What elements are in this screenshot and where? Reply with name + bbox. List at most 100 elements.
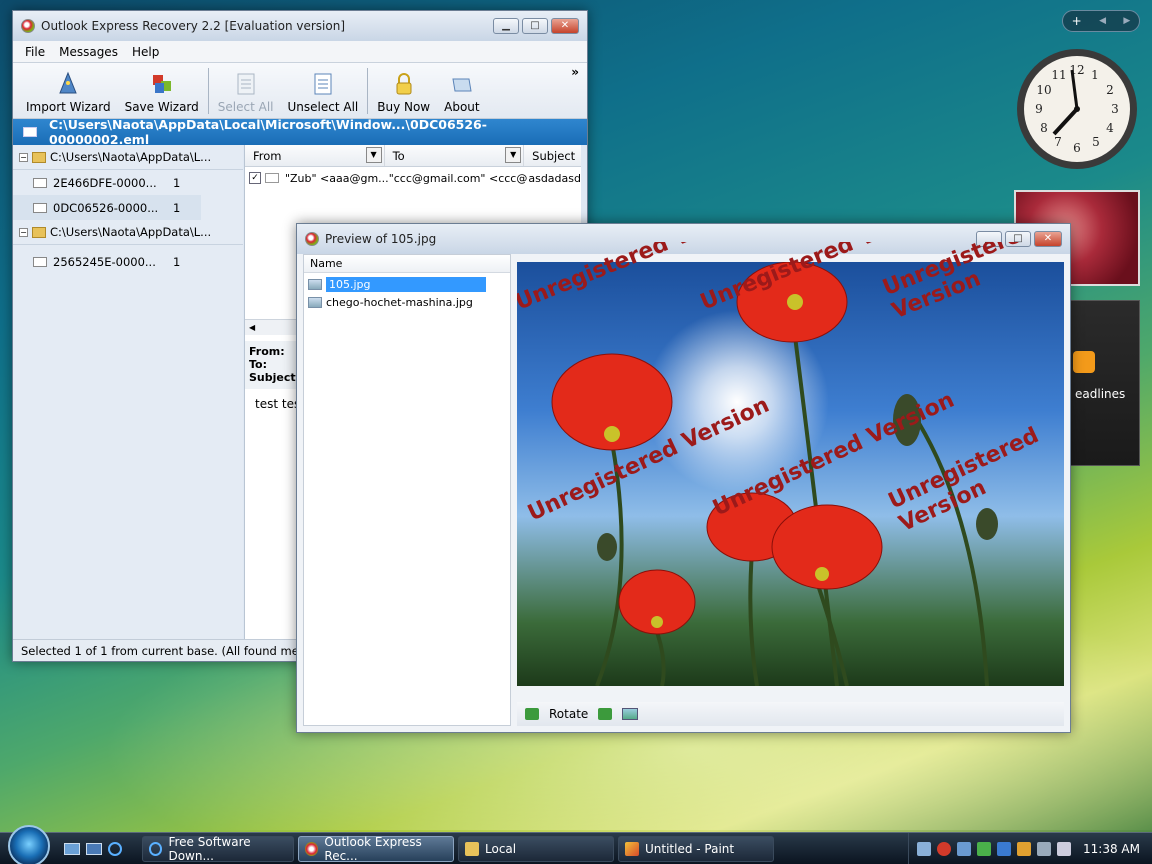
preview-window[interactable]: Preview of 105.jpg ▁ □ ✕ Name 105.jpg ch… <box>296 223 1071 733</box>
rotate-left-icon[interactable] <box>525 708 539 720</box>
taskbar-item-browser[interactable]: Free Software Down... <box>142 835 294 863</box>
maximize-button[interactable]: □ <box>522 18 548 34</box>
image-file-icon <box>308 296 322 308</box>
import-wizard-button[interactable]: Import Wizard <box>19 66 118 114</box>
main-window-title: Outlook Express Recovery 2.2 [Evaluation… <box>41 19 346 33</box>
defender-icon[interactable] <box>957 841 972 856</box>
menu-file[interactable]: File <box>25 45 45 59</box>
wizard-hat-icon <box>59 71 78 94</box>
switch-windows-icon[interactable] <box>86 842 102 855</box>
preview-titlebar[interactable]: Preview of 105.jpg ▁ □ ✕ <box>297 224 1070 254</box>
svg-text:5: 5 <box>1092 135 1100 149</box>
save-wizard-button[interactable]: Save Wizard <box>118 66 206 114</box>
prev-arrow-icon[interactable]: ◀ <box>1099 16 1106 26</box>
shield-icon[interactable] <box>997 841 1012 856</box>
svg-text:6: 6 <box>1073 141 1081 155</box>
chevron-down-icon[interactable]: ▼ <box>505 147 522 163</box>
fit-image-icon[interactable] <box>622 708 639 720</box>
svg-text:2: 2 <box>1106 83 1114 97</box>
add-gadget-icon[interactable]: + <box>1072 14 1082 28</box>
svg-text:10: 10 <box>1036 83 1051 97</box>
volume-icon[interactable] <box>1057 841 1072 856</box>
select-all-button[interactable]: Select All <box>211 66 281 114</box>
show-desktop-icon[interactable] <box>64 842 80 855</box>
svg-text:4: 4 <box>1106 121 1114 135</box>
taskbar-item-local[interactable]: Local <box>458 835 614 862</box>
taskbar: Free Software Down... Outlook Express Re… <box>0 824 1152 864</box>
next-arrow-icon[interactable]: ▶ <box>1123 16 1130 26</box>
folder-icon <box>32 151 46 163</box>
status-text: Selected 1 of 1 from current base. (All … <box>21 643 326 658</box>
folder-icon <box>32 226 46 238</box>
buy-now-button[interactable]: Buy Now <box>370 66 437 114</box>
ie-icon[interactable] <box>108 841 122 856</box>
message-body: test tes <box>255 397 301 411</box>
chat-icon[interactable] <box>1017 841 1032 856</box>
svg-text:8: 8 <box>1040 121 1048 135</box>
minimize-button[interactable]: ▁ <box>976 231 1002 247</box>
collapse-icon[interactable]: − <box>19 227 28 237</box>
column-subject[interactable]: Subject <box>524 145 581 166</box>
rotate-right-icon[interactable] <box>598 708 613 720</box>
menubar: File Messages Help <box>13 41 587 63</box>
preview-window-title: Preview of 105.jpg <box>325 232 437 246</box>
attachment-item[interactable]: 105.jpg <box>304 275 510 293</box>
monitor-icon[interactable] <box>1037 841 1052 856</box>
unselect-all-button[interactable]: Unselect All <box>281 66 366 114</box>
paint-icon <box>625 841 639 856</box>
svg-text:11: 11 <box>1051 68 1066 82</box>
clock-text[interactable]: 11:38 AM <box>1083 842 1140 856</box>
svg-text:3: 3 <box>1111 102 1119 116</box>
rss-icon <box>1073 351 1095 373</box>
app-icon <box>305 232 319 246</box>
feed-label: eadlines <box>1075 387 1126 401</box>
app-icon <box>305 841 319 856</box>
about-button[interactable]: About <box>437 66 486 114</box>
mail-file-icon <box>33 202 47 213</box>
path-bar: C:\Users\Naota\AppData\Local\Microsoft\W… <box>13 117 587 147</box>
tree-folder[interactable]: − C:\Users\Naota\AppData\L... <box>13 220 243 245</box>
attachment-item[interactable]: chego-hochet-mashina.jpg <box>304 293 510 311</box>
close-button[interactable]: ✕ <box>551 18 579 34</box>
lock-icon <box>396 73 412 95</box>
clock-gadget[interactable]: 12 1 2 345 678 9 10 11 <box>1014 46 1140 172</box>
rotate-label: Rotate <box>549 707 589 721</box>
main-titlebar[interactable]: Outlook Express Recovery 2.2 [Evaluation… <box>13 11 587 41</box>
security-alert-icon[interactable] <box>937 841 952 856</box>
svg-text:1: 1 <box>1091 68 1099 82</box>
mail-file-icon <box>33 177 47 188</box>
sidebar-control[interactable]: + ◀ ▶ <box>1062 10 1140 32</box>
tree-file[interactable]: 0DC06526-0000... 1 <box>13 195 201 220</box>
menu-help[interactable]: Help <box>132 45 159 59</box>
poppy-photo <box>551 262 998 686</box>
minimize-button[interactable]: ▁ <box>493 18 519 34</box>
mail-icon <box>264 173 279 183</box>
start-button[interactable] <box>8 824 50 864</box>
collapse-icon[interactable]: − <box>19 152 28 162</box>
toolbar-separator <box>367 68 369 114</box>
message-row[interactable]: ✓ "Zub" <aaa@gm... "ccc@gmail.com" <ccc@… <box>245 167 581 189</box>
taskbar-item-outlook-recovery[interactable]: Outlook Express Rec... <box>298 835 454 863</box>
menu-messages[interactable]: Messages <box>59 45 118 59</box>
feed-gadget[interactable]: eadlines <box>1066 300 1140 466</box>
toolbar-overflow-icon[interactable]: » <box>571 65 579 79</box>
maximize-button[interactable]: □ <box>1005 231 1031 247</box>
message-checkbox[interactable]: ✓ <box>249 172 261 184</box>
svg-text:7: 7 <box>1054 135 1062 149</box>
tree-file[interactable]: 2565245E-0000... 1 <box>13 249 243 274</box>
sync-icon[interactable] <box>977 841 992 856</box>
unselect-all-icon <box>314 73 332 95</box>
attachment-list-header[interactable]: Name <box>304 255 510 273</box>
tree-file[interactable]: 2E466DFE-0000... 1 <box>13 170 243 195</box>
toolbar-separator <box>207 68 209 114</box>
select-all-icon <box>237 73 255 95</box>
chevron-down-icon[interactable]: ▼ <box>365 147 382 163</box>
column-to[interactable]: To ▼ <box>385 145 525 166</box>
image-file-icon <box>308 278 322 290</box>
column-from[interactable]: From ▼ <box>245 145 385 166</box>
close-button[interactable]: ✕ <box>1034 231 1062 247</box>
tree-folder[interactable]: − C:\Users\Naota\AppData\L... <box>13 145 243 170</box>
network-icon[interactable] <box>917 841 932 856</box>
mail-file-icon <box>33 256 47 267</box>
taskbar-item-paint[interactable]: Untitled - Paint <box>618 835 774 862</box>
